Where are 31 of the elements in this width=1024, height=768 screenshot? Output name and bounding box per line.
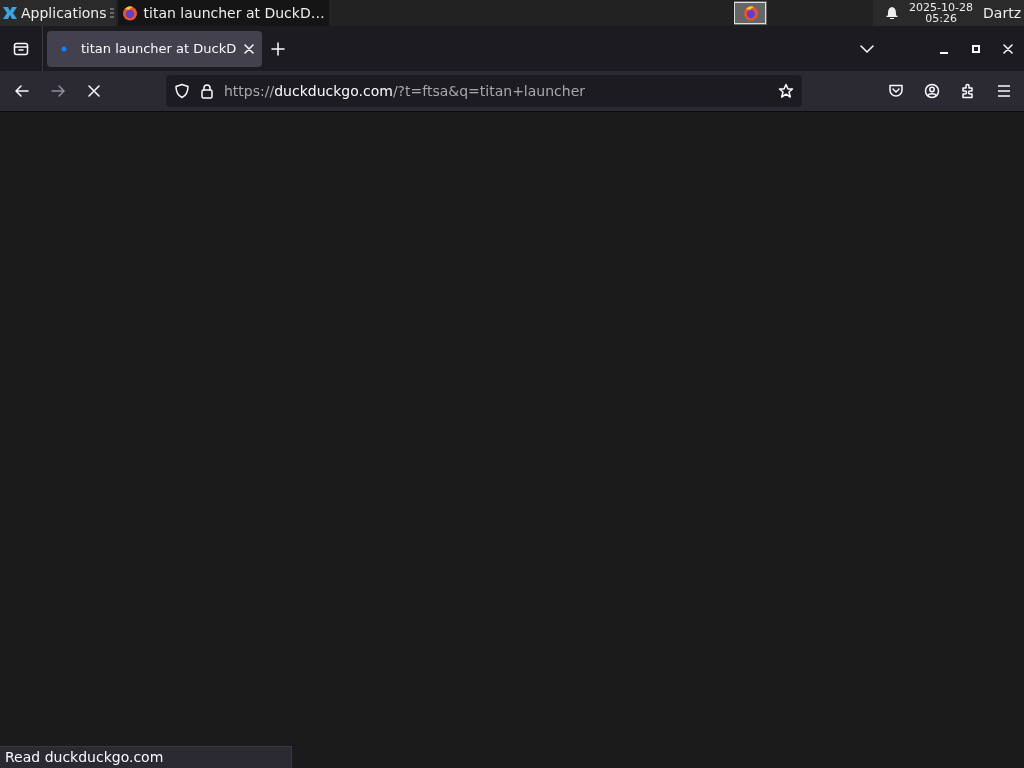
close-icon xyxy=(244,43,255,54)
clock[interactable]: 2025-10-28 05:26 xyxy=(909,2,974,24)
user-name[interactable]: Dartz xyxy=(983,5,1021,21)
firefox-logo-icon xyxy=(742,5,759,21)
menu-icon xyxy=(996,84,1012,98)
browser-tab[interactable]: titan launcher at DuckD xyxy=(47,30,263,67)
status-text: Read duckduckgo.com xyxy=(0,746,292,768)
back-arrow-icon xyxy=(14,83,30,99)
firefox-logo-icon xyxy=(121,5,138,21)
archive-icon xyxy=(13,40,29,57)
lock-icon xyxy=(200,83,214,99)
minimize-icon xyxy=(940,51,948,54)
plus-icon xyxy=(271,41,286,56)
shield-icon xyxy=(174,83,190,99)
url-text: https://duckduckgo.com/?t=ftsa&q=titan+launcher xyxy=(224,83,587,99)
x-logo-icon xyxy=(2,5,18,21)
forward-arrow-icon xyxy=(50,83,66,99)
pocket-icon xyxy=(888,83,904,99)
chevron-down-icon xyxy=(860,43,874,54)
account-icon xyxy=(924,83,940,99)
close-icon xyxy=(1003,43,1013,54)
loading-dot-icon xyxy=(61,45,67,52)
workspace-button[interactable] xyxy=(733,1,768,25)
handle-icon xyxy=(109,8,114,18)
stop-icon xyxy=(88,85,100,97)
bookmark-star-icon xyxy=(778,83,794,99)
puzzle-piece-icon xyxy=(960,83,976,99)
bell-icon xyxy=(885,6,900,20)
address-bar[interactable]: https://duckduckgo.com/?t=ftsa&q=titan+launcher xyxy=(166,75,802,107)
taskbar-window-button[interactable]: titan launcher at DuckD… xyxy=(117,0,329,26)
maximize-icon xyxy=(972,44,980,53)
